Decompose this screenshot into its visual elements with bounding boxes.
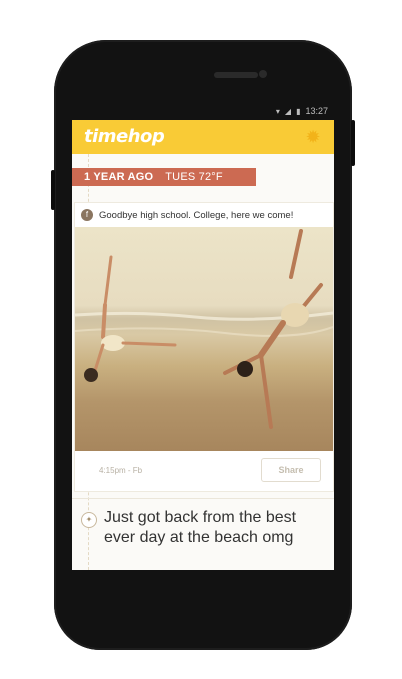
front-camera	[259, 70, 267, 78]
power-button	[351, 120, 355, 166]
date-ago: 1 YEAR AGO	[84, 171, 154, 183]
next-post-text: Just got back from the best ever day at …	[104, 509, 297, 546]
signal-icon: ◢	[284, 106, 292, 116]
date-banner: 1 YEAR AGO TUES 72°F	[72, 168, 256, 186]
earpiece	[214, 72, 258, 78]
share-button[interactable]: Share	[261, 458, 321, 482]
battery-icon: ▮	[296, 106, 301, 116]
post-header: f Goodbye high school. College, here we …	[75, 203, 333, 227]
twitter-icon: ✦	[81, 512, 97, 528]
beach-photo-illustration	[75, 229, 333, 429]
wifi-icon: ▾	[275, 106, 280, 116]
weather-label: TUES 72°F	[165, 171, 223, 183]
feed[interactable]: 1 YEAR AGO TUES 72°F f Goodbye high scho…	[72, 154, 334, 570]
post-time: 4:15pm - Fb	[99, 465, 143, 475]
app-bar: timehop ✹	[72, 120, 334, 154]
post-caption: Goodbye high school. College, here we co…	[99, 209, 294, 221]
post-card[interactable]: f Goodbye high school. College, here we …	[74, 202, 334, 492]
side-button-left	[51, 170, 55, 210]
status-time: 13:27	[305, 106, 328, 116]
post-photo[interactable]	[75, 227, 333, 451]
screen: ▾ ◢ ▮ 13:27 timehop ✹ 1 YEAR AGO TUES 72…	[72, 102, 334, 570]
divider	[72, 498, 334, 499]
facebook-icon: f	[81, 209, 93, 221]
sun-icon[interactable]: ✹	[304, 128, 322, 146]
post-footer: 4:15pm - Fb Share	[75, 449, 333, 491]
status-bar: ▾ ◢ ▮ 13:27	[72, 102, 334, 120]
app-logo: timehop	[84, 126, 165, 147]
